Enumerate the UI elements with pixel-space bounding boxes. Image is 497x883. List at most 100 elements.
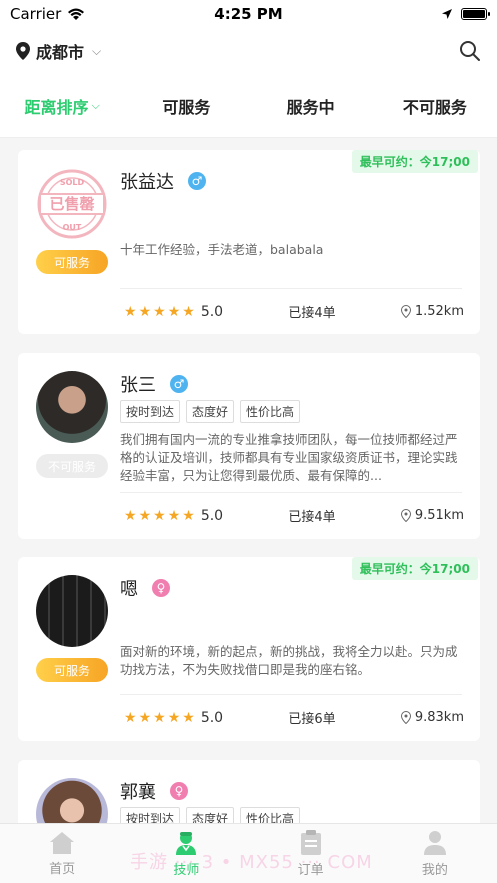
filter-label: 不可服务	[402, 97, 467, 117]
star-icon: ★	[153, 303, 166, 320]
technician-name: 嗯	[120, 579, 138, 600]
stats-row: ★ ★ ★ ★ ★ 5.0 已接6单 9.83km	[124, 708, 464, 728]
location-arrow-icon	[442, 9, 452, 19]
rating-stars: ★ ★ ★ ★ ★ 5.0	[124, 508, 223, 524]
divider	[120, 288, 462, 289]
location-pin-icon	[400, 711, 411, 724]
status-left: Carrier	[10, 5, 85, 23]
avatar	[36, 575, 108, 647]
star-icon: ★	[124, 507, 137, 524]
filter-available[interactable]: 可服务	[124, 94, 248, 118]
technician-name: 张三	[120, 375, 156, 396]
profile-icon	[423, 830, 446, 855]
rating-stars: ★ ★ ★ ★ ★ 5.0	[124, 710, 223, 726]
distance-value: 1.52km	[414, 304, 464, 319]
carrier-label: Carrier	[10, 5, 62, 23]
star-icon: ★	[153, 709, 166, 726]
battery-icon	[461, 8, 490, 20]
filter-bar: 距离排序 ⌵ 可服务 服务中 不可服务	[0, 74, 497, 138]
earliest-booking-badge: 最早可约：今17;00	[351, 557, 478, 580]
order-icon	[300, 829, 321, 855]
stamp-bottom-text: OUT	[63, 223, 82, 232]
technician-icon	[176, 831, 197, 855]
name-row: 郭襄 ♀	[120, 778, 188, 804]
male-icon: ♂	[170, 375, 188, 393]
rating-stars: ★ ★ ★ ★ ★ 5.0	[124, 304, 223, 320]
location-pin-icon	[16, 42, 30, 60]
star-icon: ★	[124, 303, 137, 320]
order-count: 已接6单	[288, 712, 336, 727]
technician-card[interactable]: 最早可约：今17;00 已售罄 SOLD OUT 可服务 张益达 ♂ 十年工作经…	[18, 150, 480, 334]
order-count: 已接4单	[288, 510, 336, 525]
divider	[120, 694, 462, 695]
avatar	[36, 371, 108, 443]
order-count: 已接4单	[288, 306, 336, 321]
tag: 按时到达	[120, 400, 181, 423]
filter-unavailable[interactable]: 不可服务	[373, 94, 497, 118]
home-icon	[50, 831, 75, 854]
technician-description: 面对新的环境，新的起点，新的挑战，我将全力以赴。只为成功找方法，不为失败找借口即…	[120, 644, 458, 677]
location-pin-icon	[400, 509, 411, 522]
tab-label: 首页	[49, 861, 76, 877]
chevron-down-icon: ⌵	[92, 43, 102, 58]
stats-row: ★ ★ ★ ★ ★ 5.0 已接4单 1.52km	[124, 302, 464, 322]
star-icon: ★	[182, 507, 195, 524]
technician-card[interactable]: 最早可约：今17;00 可服务 嗯 ♀ 面对新的环境，新的起点，新的挑战，我将全…	[18, 557, 480, 741]
star-icon: ★	[167, 507, 181, 524]
status-button[interactable]: 不可服务	[36, 454, 108, 478]
star-icon: ★	[182, 709, 195, 726]
tab-orders[interactable]: 订单	[249, 829, 373, 878]
star-icon: ★	[153, 507, 166, 524]
name-row: 张益达 ♂	[120, 168, 206, 194]
sold-out-stamp: 已售罄 SOLD OUT	[36, 168, 108, 240]
technician-description: 我们拥有国内一流的专业推拿技师团队，每一位技师都经过严格的认证及培训，技师都具有…	[120, 432, 458, 483]
search-icon[interactable]	[459, 40, 481, 62]
tab-label: 技师	[173, 862, 200, 878]
distance-value: 9.83km	[414, 710, 464, 725]
divider	[120, 492, 462, 493]
name-row: 嗯 ♀	[120, 575, 170, 601]
star-icon: ★	[167, 709, 181, 726]
filter-label: 距离排序	[24, 97, 89, 117]
tab-technician[interactable]: 技师	[124, 830, 248, 878]
status-button[interactable]: 可服务	[36, 658, 108, 682]
stamp-top-text: SOLD	[60, 178, 85, 187]
status-bar: Carrier 4:25 PM	[0, 0, 497, 28]
tab-profile[interactable]: 我的	[373, 830, 497, 878]
city-label: 成都市	[36, 43, 85, 62]
bottom-tab-bar: 首页 技师 订单 我的	[0, 823, 497, 883]
filter-label: 可服务	[162, 97, 211, 117]
technician-name: 郭襄	[120, 782, 156, 803]
distance: 9.51km	[400, 508, 464, 523]
chevron-down-icon: ⌵	[91, 98, 100, 112]
status-right	[441, 8, 490, 20]
stats-row: ★ ★ ★ ★ ★ 5.0 已接4单 9.51km	[124, 506, 464, 526]
status-button[interactable]: 可服务	[36, 250, 108, 274]
technician-description: 十年工作经验，手法老道，balabala	[120, 242, 324, 257]
star-icon: ★	[124, 709, 137, 726]
distance-value: 9.51km	[414, 508, 464, 523]
tab-home[interactable]: 首页	[0, 831, 124, 877]
technician-name: 张益达	[120, 172, 174, 193]
tag: 态度好	[186, 400, 235, 423]
rating-value: 5.0	[200, 303, 224, 320]
female-icon: ♀	[152, 579, 170, 597]
city-selector[interactable]: 成都市 ⌵	[16, 39, 101, 63]
star-icon: ★	[138, 709, 152, 726]
rating-value: 5.0	[200, 709, 224, 726]
top-bar: 成都市 ⌵	[0, 28, 497, 74]
stamp-text: 已售罄	[49, 195, 94, 213]
female-icon: ♀	[170, 782, 188, 800]
filter-distance-sort[interactable]: 距离排序 ⌵	[0, 94, 124, 118]
tab-label: 订单	[297, 862, 324, 878]
male-icon: ♂	[188, 172, 206, 190]
star-icon: ★	[138, 303, 152, 320]
distance: 9.83km	[400, 710, 464, 725]
wifi-icon	[68, 8, 85, 20]
tag: 性价比高	[240, 400, 301, 423]
tab-label: 我的	[421, 862, 448, 878]
filter-in-service[interactable]: 服务中	[249, 94, 373, 118]
technician-card[interactable]: 不可服务 张三 ♂ 按时到达 态度好 性价比高 我们拥有国内一流的专业推拿技师团…	[18, 353, 480, 539]
distance: 1.52km	[400, 304, 464, 319]
earliest-booking-badge: 最早可约：今17;00	[351, 150, 478, 173]
